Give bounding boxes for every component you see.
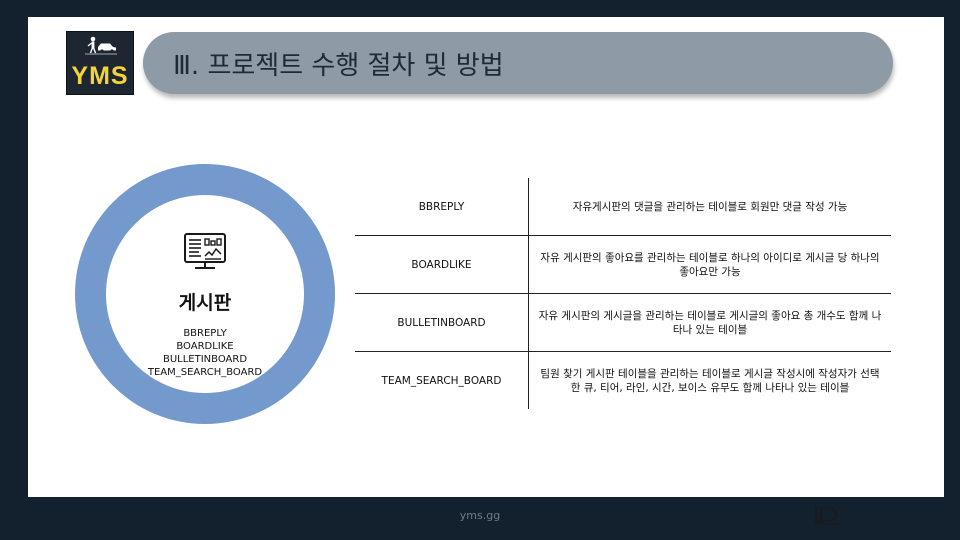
category-table-item: BBREPLY bbox=[183, 328, 227, 339]
table-row: TEAM_SEARCH_BOARD 팀원 찾기 게시판 테이블을 관리하는 테이… bbox=[355, 352, 891, 409]
table-name-cell: BOARDLIKE bbox=[355, 236, 529, 293]
page-title: Ⅲ. 프로젝트 수행 절차 및 방법 bbox=[173, 51, 504, 81]
table-description-list: BBREPLY 자유게시판의 댓글을 관리하는 테이블로 회원만 댓글 작성 가… bbox=[355, 178, 891, 409]
logo-text: YMS bbox=[71, 62, 129, 90]
player-car-icon bbox=[85, 36, 117, 55]
category-title: 게시판 bbox=[178, 292, 232, 314]
table-description-cell: 자유 게시판의 좋아요를 관리하는 테이블로 하나의 아이디로 게시글 당 하나… bbox=[540, 251, 880, 278]
table-name-cell: BBREPLY bbox=[355, 178, 529, 235]
yms-logo: YMS bbox=[66, 31, 134, 95]
category-table-item: BULLETINBOARD bbox=[162, 354, 248, 365]
category-ring: 게시판 BBREPLY BOARDLIKE BULLETINBOARD TEAM… bbox=[75, 164, 335, 424]
table-description-cell: 자유게시판의 댓글을 관리하는 테이블로 회원만 댓글 작성 가능 bbox=[572, 200, 848, 213]
table-row: BOARDLIKE 자유 게시판의 좋아요를 관리하는 테이블로 하나의 아이디… bbox=[355, 236, 891, 294]
ring-center: 게시판 BBREPLY BOARDLIKE BULLETINBOARD TEAM… bbox=[106, 195, 304, 393]
slide: YMS Ⅲ. 프로젝트 수행 절차 및 방법 게시판 BBREPLY BOARD… bbox=[28, 17, 944, 497]
category-table-item: BOARDLIKE bbox=[176, 341, 234, 352]
table-name-cell: TEAM_SEARCH_BOARD bbox=[355, 352, 529, 409]
title-bar: Ⅲ. 프로젝트 수행 절차 및 방법 bbox=[143, 32, 893, 94]
league-logo-icon bbox=[814, 505, 840, 525]
table-description-cell: 자유 게시판의 게시글을 관리하는 테이블로 게시글의 좋아요 총 개수도 함께… bbox=[538, 309, 882, 336]
table-description-cell: 팀원 찾기 게시판 테이블을 관리하는 테이블로 게시글 작성시에 작성자가 선… bbox=[540, 367, 880, 394]
category-table-list: BBREPLY BOARDLIKE BULLETINBOARD TEAM_SEA… bbox=[106, 327, 304, 379]
category-table-item: TEAM_SEARCH_BOARD bbox=[147, 367, 263, 378]
table-row: BBREPLY 자유게시판의 댓글을 관리하는 테이블로 회원만 댓글 작성 가… bbox=[355, 178, 891, 236]
table-name-cell: BULLETINBOARD bbox=[355, 294, 529, 351]
bulletin-board-icon bbox=[184, 233, 226, 269]
table-row: BULLETINBOARD 자유 게시판의 게시글을 관리하는 테이블로 게시글… bbox=[355, 294, 891, 352]
